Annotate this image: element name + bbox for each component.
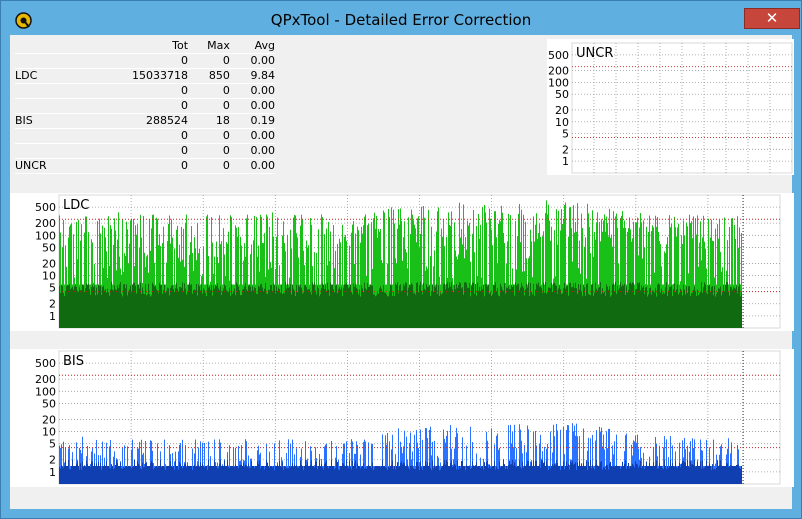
y-tick-label: 5 — [562, 128, 569, 141]
stats-row: 0 0 0.00 — [15, 98, 275, 114]
y-tick-label: 50 — [42, 241, 56, 254]
stats-row: 0 0 0.00 — [15, 53, 275, 69]
ldc-chart: 12510205010020050010 GB20 GB30 GB40 GBLD… — [10, 193, 794, 331]
stats-cell-label — [15, 143, 85, 159]
y-tick-label: 100 — [35, 229, 56, 242]
y-tick-label: 200 — [35, 217, 56, 230]
y-tick-label: 500 — [35, 201, 56, 214]
stats-cell-label — [15, 98, 85, 114]
stats-row: 0 0 0.00 — [15, 128, 275, 144]
stats-row: BIS 288524 18 0.19 — [15, 113, 275, 129]
app-window: QPxTool - Detailed Error Correction ✕ To… — [0, 0, 802, 519]
stats-cell-avg: 0.00 — [229, 98, 275, 114]
title-bar[interactable]: QPxTool - Detailed Error Correction ✕ — [1, 1, 801, 35]
stats-cell-avg: 0.00 — [229, 128, 275, 144]
stats-cell-label: BIS — [15, 113, 85, 129]
stats-cell-label: UNCR — [15, 158, 85, 174]
chart-title: BIS — [63, 354, 84, 369]
stats-cell-max: 0 — [188, 53, 230, 69]
stats-cell-tot: 0 — [85, 128, 189, 144]
y-tick-label: 500 — [548, 49, 569, 62]
uncr-chart: 12510205010020050010 GB20 GB30 GB40 GBUN… — [547, 39, 794, 175]
y-tick-label: 10 — [42, 426, 56, 439]
stats-cell-label: LDC — [15, 68, 85, 84]
bis-chart: 12510205010020050010 GB20 GB30 GB40 GBBI… — [10, 349, 794, 487]
stats-header-avg: Avg — [254, 39, 275, 52]
stats-cell-tot: 0 — [85, 98, 189, 114]
stats-row: 0 0 0.00 — [15, 83, 275, 99]
stats-cell-avg: 0.19 — [229, 113, 275, 129]
stats-cell-label — [15, 53, 85, 69]
y-tick-label: 1 — [49, 466, 56, 479]
stats-header-tot: Tot — [172, 39, 189, 52]
y-tick-label: 5 — [49, 282, 56, 295]
bis-chart-svg: 12510205010020050010 GB20 GB30 GB40 GBBI… — [35, 350, 781, 485]
stats-cell-avg: 0.00 — [229, 143, 275, 159]
stats-cell-avg: 0.00 — [229, 83, 275, 99]
stats-cell-label — [15, 83, 85, 99]
stats-cell-max: 0 — [188, 83, 230, 99]
stats-cell-max: 0 — [188, 128, 230, 144]
stats-header-label — [15, 39, 85, 54]
y-tick-label: 1 — [562, 155, 569, 168]
y-tick-label: 20 — [42, 413, 56, 426]
stats-cell-label — [15, 128, 85, 144]
stats-cell-max: 18 — [188, 113, 230, 129]
chart-title: LDC — [63, 198, 89, 213]
close-button[interactable]: ✕ — [744, 8, 800, 29]
y-tick-label: 2 — [562, 143, 569, 156]
stats-cell-tot: 288524 — [85, 113, 189, 129]
y-tick-label: 500 — [35, 357, 56, 370]
stats-cell-max: 850 — [188, 68, 230, 84]
stats-row: UNCR 0 0 0.00 — [15, 158, 275, 174]
client-area: Tot Max Avg 0 0 0.00 LDC 15033718 850 9.84 0 0 0.… — [10, 35, 794, 509]
stats-cell-tot: 0 — [85, 83, 189, 99]
y-tick-label: 50 — [555, 88, 569, 101]
stats-cell-tot: 15033718 — [85, 68, 189, 84]
y-tick-label: 20 — [555, 104, 569, 117]
window-title: QPxTool - Detailed Error Correction — [270, 11, 532, 29]
stats-cell-avg: 9.84 — [229, 68, 275, 84]
stats-cell-tot: 0 — [85, 53, 189, 69]
stats-row: LDC 15033718 850 9.84 — [15, 68, 275, 84]
ldc-base-bars — [59, 281, 742, 328]
y-tick-label: 1 — [49, 310, 56, 323]
uncr-chart-svg: 12510205010020050010 GB20 GB30 GB40 GBUN… — [548, 42, 793, 174]
stats-cell-avg: 0.00 — [229, 53, 275, 69]
stats-cell-max: 0 — [188, 98, 230, 114]
stats-table: Tot Max Avg 0 0 0.00 LDC 15033718 850 9.84 0 0 0.… — [15, 39, 275, 174]
y-tick-label: 200 — [35, 373, 56, 386]
stats-cell-tot: 0 — [85, 143, 189, 159]
stats-header-max: Max — [207, 39, 230, 52]
y-tick-label: 20 — [42, 257, 56, 270]
stats-cell-tot: 0 — [85, 158, 189, 174]
y-tick-label: 2 — [49, 454, 56, 467]
stats-row: 0 0 0.00 — [15, 143, 275, 159]
stats-cell-max: 0 — [188, 158, 230, 174]
y-tick-label: 50 — [42, 397, 56, 410]
y-tick-label: 2 — [49, 298, 56, 311]
y-tick-label: 10 — [555, 116, 569, 129]
chart-title: UNCR — [576, 46, 613, 61]
plot-area — [571, 42, 793, 174]
stats-cell-max: 0 — [188, 143, 230, 159]
stats-cell-avg: 0.00 — [229, 158, 275, 174]
y-tick-label: 100 — [548, 76, 569, 89]
y-tick-label: 5 — [49, 438, 56, 451]
y-tick-label: 100 — [35, 385, 56, 398]
y-tick-label: 200 — [548, 65, 569, 78]
y-tick-label: 10 — [42, 270, 56, 283]
ldc-chart-svg: 12510205010020050010 GB20 GB30 GB40 GBLD… — [35, 194, 781, 329]
